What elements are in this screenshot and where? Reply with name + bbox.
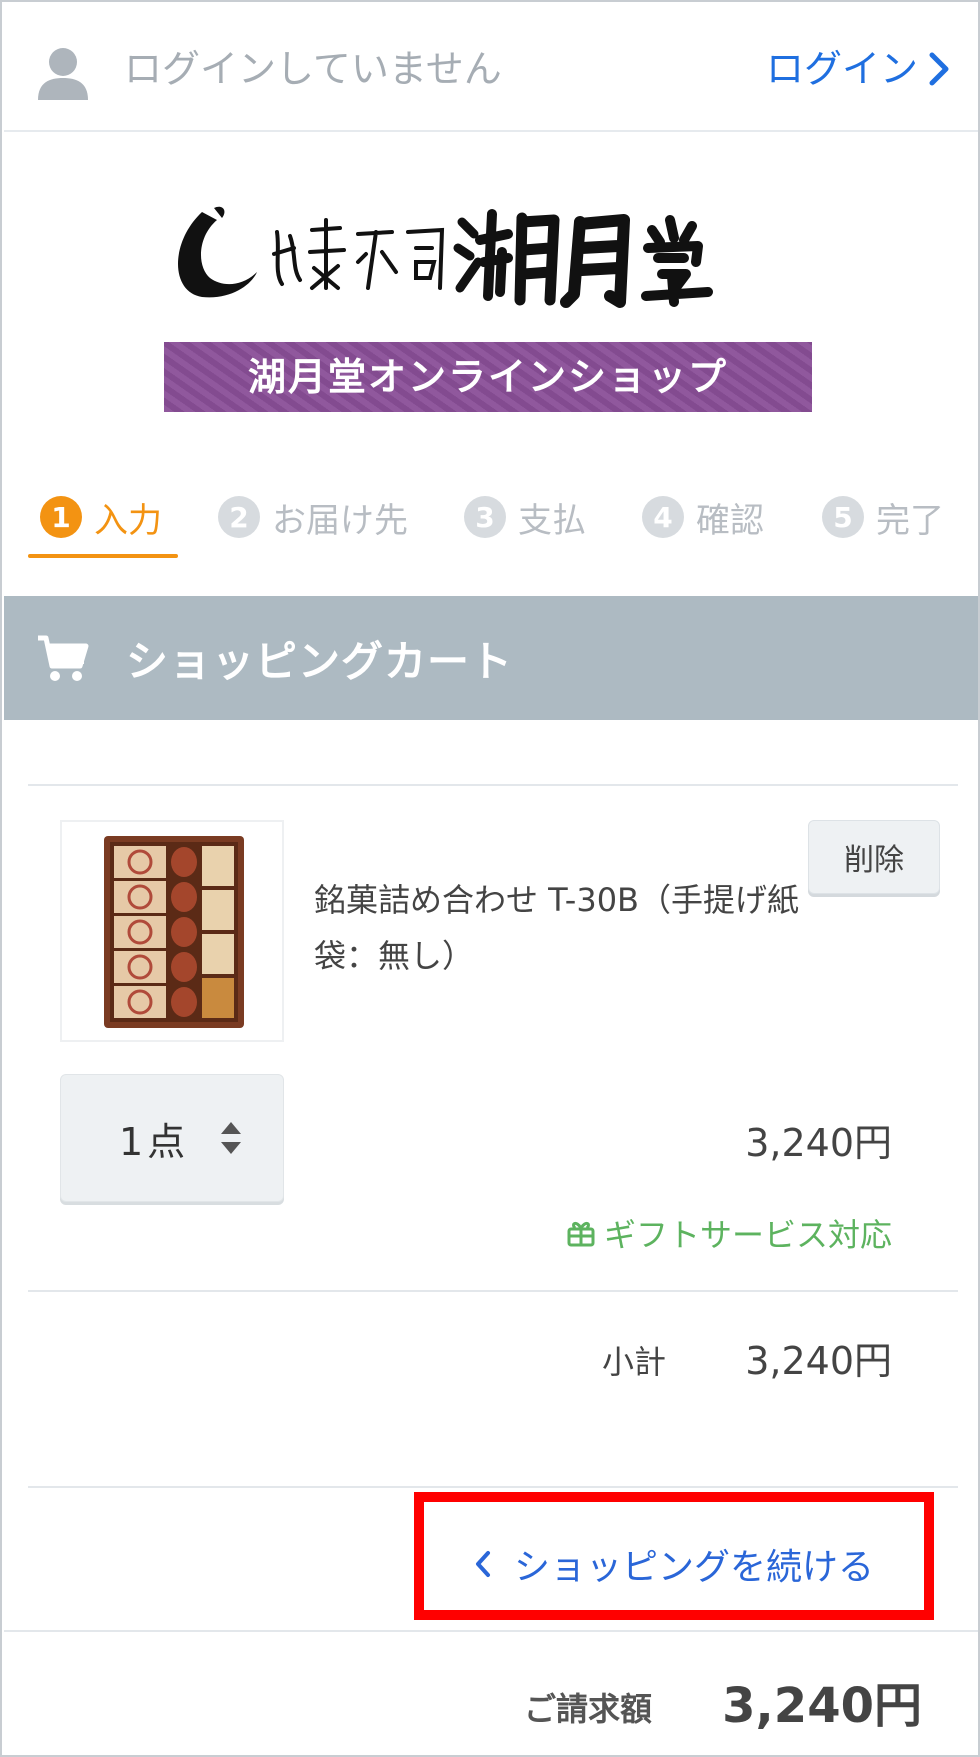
step-label: 完了 [876,500,944,541]
step-complete: 5 完了 [822,482,944,552]
top-bar: ログインしていません ログイン [4,4,978,132]
subtotal-label: 小計 [602,1343,667,1381]
divider [28,784,958,786]
user-icon [38,48,88,100]
login-link[interactable]: ログイン [766,44,950,94]
delete-button[interactable]: 削除 [808,820,940,894]
login-link-label: ログイン [765,47,918,91]
step-label: 確認 [696,500,764,541]
gift-service-badge: ギフトサービス対応 [566,1210,892,1256]
item-price: 3,240円 [745,1121,892,1165]
sort-arrows-icon [221,1122,242,1154]
chevron-left-icon [476,1551,490,1577]
chevron-right-icon [929,52,949,86]
step-label: 支払 [518,500,586,541]
step-delivery: 2 お届け先 [218,482,408,552]
total-value: 3,240円 [722,1678,922,1734]
cart-icon [38,635,89,681]
divider [4,1630,978,1632]
step-number: 3 [464,496,506,538]
product-name[interactable]: 銘菓詰め合わせ T-30B（手提げ紙袋：無し） [314,872,814,984]
cart-title: ショッピングカート [126,636,514,686]
total-label: ご請求額 [524,1690,653,1728]
product-image[interactable] [60,820,284,1042]
subtotal-value: 3,240円 [745,1339,892,1383]
continue-shopping-link[interactable]: ショッピングを続ける [474,1538,874,1590]
continue-shopping-label: ショッピングを続ける [514,1547,875,1588]
step-payment: 3 支払 [464,482,586,552]
checkout-steps: 1 入力 2 お届け先 3 支払 4 確認 5 完了 [2,482,980,562]
step-number: 4 [642,496,684,538]
step-input: 1 入力 [40,482,162,552]
login-status-text: ログインしていません [124,47,502,91]
step-label: 入力 [94,500,162,541]
step-label: お届け先 [272,500,408,541]
step-number: 5 [822,496,864,538]
active-step-underline [28,554,178,558]
step-number: 1 [40,496,82,538]
page-frame: ログインしていません ログイン 湖月堂オンラインショップ 1 入力 2 お届け先… [0,0,980,1757]
quantity-select[interactable]: 1点 [60,1074,284,1202]
cart-header: ショッピングカート [4,596,978,720]
product-box-image [104,836,244,1028]
step-confirm: 4 確認 [642,482,764,552]
shop-banner: 湖月堂オンラインショップ [164,342,812,412]
divider [28,1486,958,1488]
divider [28,1290,958,1292]
gift-service-label: ギフトサービス対応 [603,1216,892,1254]
step-number: 2 [218,496,260,538]
gift-icon [567,1221,595,1247]
quantity-value: 1点 [119,1119,190,1164]
